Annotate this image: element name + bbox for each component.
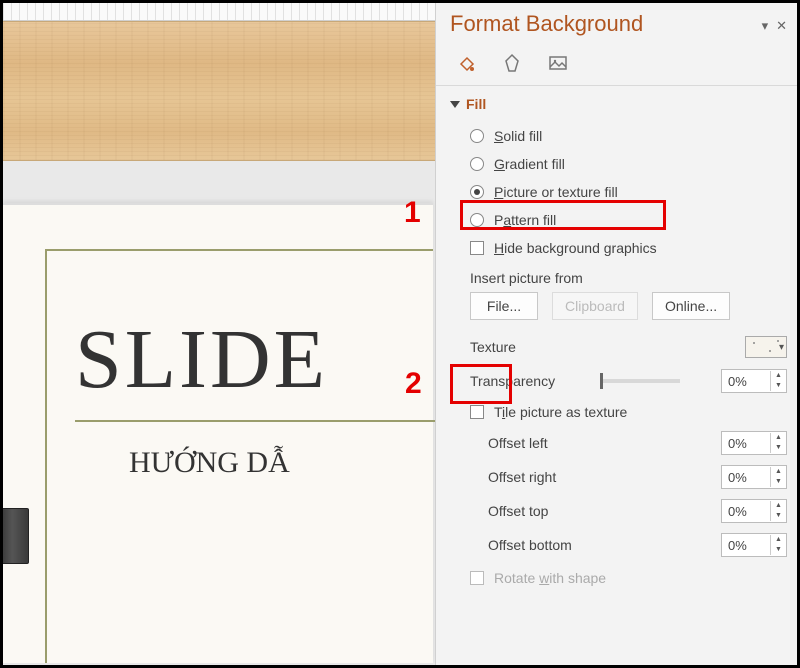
checkbox-icon (470, 241, 484, 255)
option-picture-texture-fill[interactable]: Picture or texture fill (470, 178, 787, 206)
offset-left-label: eft (532, 435, 548, 451)
tab-fill-icon[interactable] (452, 49, 480, 77)
opt-solid-label: olid fill (503, 128, 542, 144)
pane-menu-dropdown[interactable]: ▾ (762, 18, 769, 34)
radio-icon (470, 129, 484, 143)
spin-up-icon[interactable]: ▲ (771, 535, 786, 545)
pane-title: Format Background (450, 11, 643, 37)
insert-picture-from-label: Insert picture from (470, 262, 787, 292)
opt-tile-label: le picture as texture (505, 404, 627, 420)
spin-up-icon[interactable]: ▲ (771, 433, 786, 443)
spin-down-icon[interactable]: ▼ (771, 477, 786, 487)
opt-pattern-label: ttern fill (511, 212, 556, 228)
clipboard-button: Clipboard (552, 292, 638, 320)
offset-bottom-input[interactable] (722, 536, 770, 555)
title-divider (75, 420, 435, 422)
option-hide-bg-graphics[interactable]: Hide background graphics (470, 234, 787, 262)
opt-hidebg-label: ide background graphics (504, 240, 657, 256)
offset-left-input[interactable] (722, 434, 770, 453)
ruler (3, 3, 435, 21)
section-fill-toggle[interactable]: Fill (450, 96, 787, 112)
format-background-pane: Format Background ▾ ✕ Fill (435, 3, 797, 665)
opt-gradient-label: radient fill (505, 156, 565, 172)
offset-top-label: p (541, 503, 549, 519)
offset-left-spin[interactable]: ▲▼ (721, 431, 787, 455)
option-gradient-fill[interactable]: Gradient fill (470, 150, 787, 178)
section-fill-label: Fill (466, 96, 486, 112)
file-button[interactable]: File... (470, 292, 538, 320)
offset-bottom-spin[interactable]: ▲▼ (721, 533, 787, 557)
radio-icon (470, 157, 484, 171)
transparency-input[interactable] (722, 372, 770, 391)
pane-close-icon[interactable]: ✕ (776, 18, 787, 34)
book-spine-decoration (3, 508, 29, 564)
option-pattern-fill[interactable]: Pattern fill (470, 206, 787, 234)
offset-top-input[interactable] (722, 502, 770, 521)
transparency-spin[interactable]: ▲▼ (721, 369, 787, 393)
spin-up-icon[interactable]: ▲ (771, 501, 786, 511)
radio-icon (470, 213, 484, 227)
opt-rotate-label: ith shape (549, 570, 606, 586)
tab-picture-icon[interactable] (544, 49, 572, 77)
option-tile-picture[interactable]: Tile picture as texture (470, 398, 787, 426)
slide-content-frame: SLIDE HƯỚNG DẪ (45, 249, 433, 663)
callout-number-2: 2 (405, 367, 422, 401)
radio-checked-icon (470, 185, 484, 199)
slide-wood-band (3, 21, 435, 161)
pane-tabs (450, 45, 787, 85)
opt-picture-label: icture or texture fill (503, 184, 617, 200)
slide-paper: SLIDE HƯỚNG DẪ (3, 203, 433, 663)
offset-top-spin[interactable]: ▲▼ (721, 499, 787, 523)
offset-right-input[interactable] (722, 468, 770, 487)
offset-right-spin[interactable]: ▲▼ (721, 465, 787, 489)
spin-down-icon[interactable]: ▼ (771, 511, 786, 521)
transparency-label: ransparency (478, 373, 555, 389)
slide-canvas: SLIDE HƯỚNG DẪ 1 2 (3, 3, 435, 665)
checkbox-icon (470, 405, 484, 419)
option-rotate-with-shape: Rotate with shape (470, 562, 787, 592)
caret-down-icon (450, 101, 460, 108)
spin-down-icon[interactable]: ▼ (771, 545, 786, 555)
option-solid-fill[interactable]: Solid fill (470, 122, 787, 150)
online-button[interactable]: Online... (652, 292, 730, 320)
slide-title: SLIDE (75, 311, 433, 408)
offset-right-label: ight (534, 469, 557, 485)
slide-subtitle: HƯỚNG DẪ (75, 446, 433, 480)
spin-down-icon[interactable]: ▼ (771, 381, 786, 391)
callout-number-1: 1 (404, 196, 421, 230)
texture-picker[interactable] (745, 336, 787, 358)
spin-down-icon[interactable]: ▼ (771, 443, 786, 453)
spin-up-icon[interactable]: ▲ (771, 467, 786, 477)
spin-up-icon[interactable]: ▲ (771, 371, 786, 381)
tab-effects-icon[interactable] (498, 49, 526, 77)
checkbox-disabled-icon (470, 571, 484, 585)
transparency-slider[interactable] (600, 379, 680, 383)
